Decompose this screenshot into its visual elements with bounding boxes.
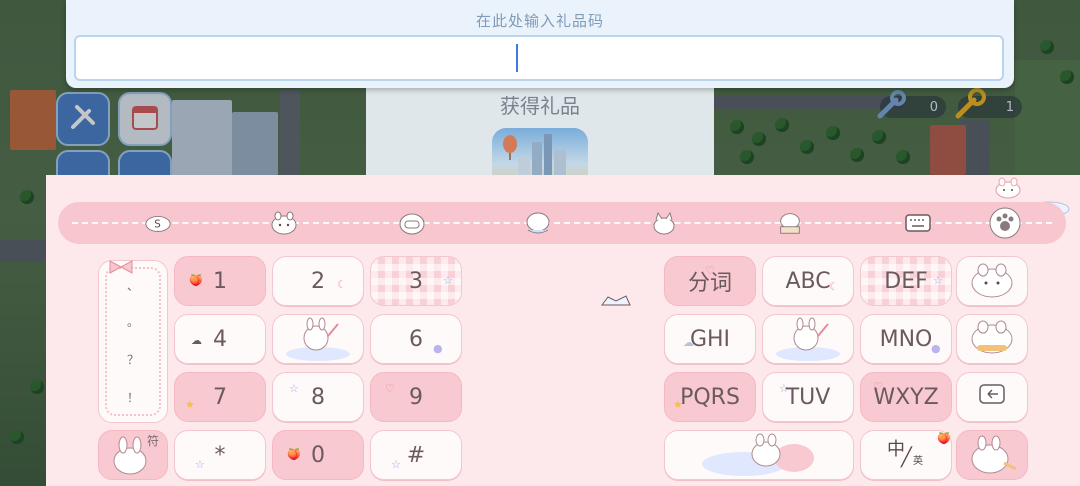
cat-icon[interactable] [650, 209, 678, 237]
bunny-enter-icon [971, 435, 1017, 474]
soft-keyboard: S 、 。 ？ ！ 🍑 1 ☾ 2 ☆ 3 ☁ 4 ● 6 ★ 7 ☆ 8 ♡ … [46, 175, 1080, 486]
peach-icon: 🍑 [189, 274, 203, 287]
key-symbol-label: 符 [147, 434, 160, 448]
key-hash-label: # [406, 442, 426, 468]
bunny-cloud-space-icon [702, 433, 814, 476]
key-pqrs[interactable]: ★ PQRS [664, 372, 756, 422]
key-3-label: 3 [409, 268, 423, 294]
gift-dialog: 获得礼品 [366, 80, 714, 190]
moon-icon: ☾ [337, 278, 347, 291]
bunny-scarf-icon [971, 320, 1013, 354]
text-caret [516, 44, 518, 72]
key-9-label: 9 [409, 384, 423, 410]
key-7[interactable]: ★ 7 [174, 372, 266, 422]
svg-text:S: S [154, 219, 161, 231]
dot-icon: ● [433, 342, 443, 355]
key-star[interactable]: ☆ * [174, 430, 266, 480]
star-icon: ☆ [443, 274, 453, 287]
backspace-icon [978, 383, 1006, 411]
gift-code-prompt: 在此处输入礼品码 [475, 12, 604, 30]
center-cloud-icon [598, 293, 634, 313]
bunny-float-icon[interactable] [524, 209, 552, 237]
key-7-label: 7 [213, 384, 227, 410]
dot-purple-icon: ● [931, 342, 941, 355]
key-4-label: 4 [213, 326, 227, 352]
key-abc[interactable]: ☾ ABC [762, 256, 854, 306]
punctuation-column[interactable]: 、 。 ？ ！ [98, 260, 168, 423]
gift-code-input[interactable] [74, 35, 1004, 81]
key-1[interactable]: 🍑 1 [174, 256, 266, 306]
punct-exclaim[interactable]: ！ [99, 389, 167, 406]
key-face-sticker[interactable] [956, 314, 1028, 364]
key-6[interactable]: ● 6 [370, 314, 462, 364]
key-hash[interactable]: ☆ # [370, 430, 462, 480]
slash-divider: ╱ [901, 447, 912, 468]
paw-icon[interactable] [988, 206, 1022, 240]
cloud-face-icon: ☁ [191, 334, 202, 347]
star-tiny-icon: ☆ [391, 458, 401, 471]
key-0-label: 0 [311, 442, 325, 468]
key-1-label: 1 [213, 268, 227, 294]
key-backspace[interactable] [956, 372, 1028, 422]
key-space[interactable] [664, 430, 854, 480]
key-mno-label: MNO [879, 326, 933, 352]
key-9[interactable]: ♡ 9 [370, 372, 462, 422]
emoji-s-icon[interactable]: S [144, 209, 172, 237]
peach-corner-icon: 🍑 [937, 432, 951, 445]
key-pqrs-label: PQRS [680, 384, 740, 410]
key-delete[interactable] [956, 256, 1028, 306]
key-tuv[interactable]: ☆ TUV [762, 372, 854, 422]
bunny-book-icon[interactable] [776, 209, 804, 237]
key-2[interactable]: ☾ 2 [272, 256, 364, 306]
key-abc-label: ABC [785, 268, 831, 294]
key-ghi[interactable]: ☁ GHI [664, 314, 756, 364]
key-4[interactable]: ☁ 4 [174, 314, 266, 364]
key-8-label: 8 [311, 384, 325, 410]
bunny-umbrella-icon [286, 317, 350, 361]
key-ghi-label: GHI [689, 326, 731, 352]
tiny-star-icon: ☆ [289, 382, 299, 395]
key-wxyz[interactable]: ♡ WXYZ [860, 372, 952, 422]
key-3[interactable]: ☆ 3 [370, 256, 462, 306]
key-6-label: 6 [409, 326, 423, 352]
key-segment-label: 分词 [687, 271, 732, 296]
key-8[interactable]: ☆ 8 [272, 372, 364, 422]
key-wxyz-label: WXYZ [873, 384, 939, 410]
key-segment[interactable]: ♡ 分词 [664, 256, 756, 306]
key-star-label: * [214, 442, 226, 468]
bunny-face-icon[interactable] [270, 209, 298, 237]
robot-face-icon[interactable] [398, 209, 426, 237]
small-star-icon: ★ [185, 398, 195, 411]
bow-icon [107, 259, 135, 277]
key-mno[interactable]: ● MNO [860, 314, 952, 364]
punct-period[interactable]: 。 [99, 313, 167, 330]
key-jkl-sticker[interactable] [762, 314, 854, 364]
gift-code-panel: 在此处输入礼品码 [66, 0, 1014, 88]
punct-question[interactable]: ？ [99, 351, 167, 368]
bunny-corner-sticker [994, 177, 1022, 203]
gift-dialog-title: 获得礼品 [500, 94, 580, 118]
key-def[interactable]: ☆ DEF [860, 256, 952, 306]
key-2-label: 2 [311, 268, 325, 294]
key-5-sticker[interactable] [272, 314, 364, 364]
key-0[interactable]: 🍑 0 [272, 430, 364, 480]
key-tuv-label: TUV [785, 384, 831, 410]
key-lang-switch[interactable]: 中 ╱ 英 🍑 [860, 430, 952, 480]
key-def-label: DEF [884, 268, 928, 294]
keyboard-icon[interactable] [904, 209, 932, 237]
bunny-delete-icon [971, 263, 1013, 298]
punct-comma[interactable]: 、 [99, 277, 167, 294]
key-enter[interactable] [956, 430, 1028, 480]
heart-icon: ♡ [385, 382, 395, 395]
star-purple-icon: ☆ [933, 274, 943, 287]
lang-en-label: 英 [913, 456, 923, 467]
bunny-umbrella-right-icon [776, 317, 840, 361]
key-symbol[interactable]: 符 [98, 430, 168, 480]
star-outline-icon: ☆ [195, 458, 205, 471]
peach-small-icon: 🍑 [287, 448, 301, 461]
keyboard-toolbar: S [58, 202, 1066, 244]
